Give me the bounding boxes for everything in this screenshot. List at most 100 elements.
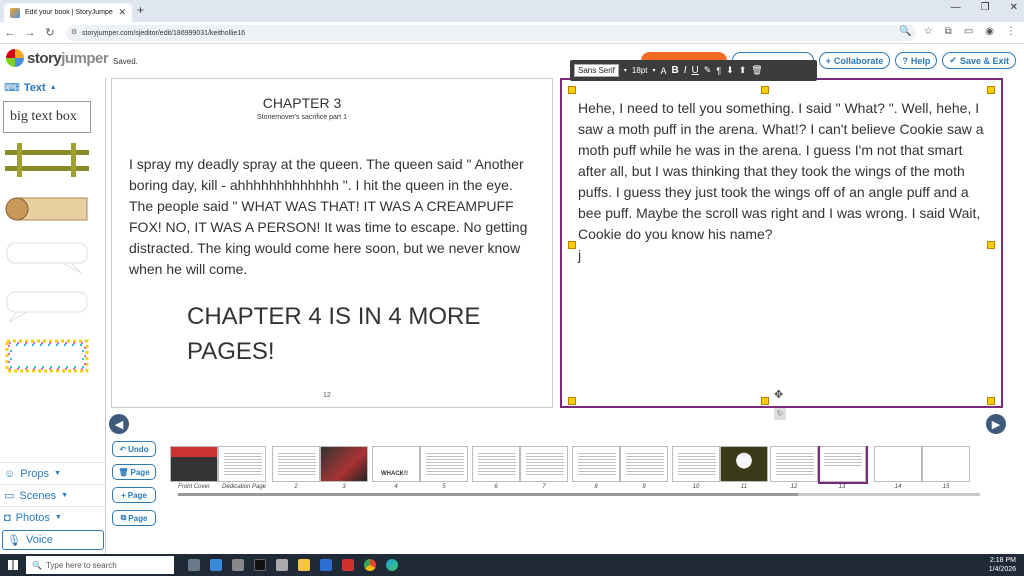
scrollbar-thumb[interactable] bbox=[178, 493, 798, 496]
start-button[interactable] bbox=[0, 560, 26, 570]
text-color-icon[interactable]: A bbox=[661, 66, 667, 76]
zoom-icon[interactable]: 🔍 bbox=[899, 26, 911, 37]
page-thumb-3[interactable] bbox=[320, 446, 368, 482]
new-tab-button[interactable]: + bbox=[137, 3, 144, 17]
mail-icon[interactable] bbox=[320, 559, 332, 571]
windows-taskbar: 🔍 Type here to search 2:18 PM 1/4/2026 bbox=[0, 554, 1024, 576]
resize-handle-tl[interactable] bbox=[568, 86, 576, 94]
right-page-selected-text-box[interactable]: Hehe, I need to tell you something. I sa… bbox=[560, 78, 1003, 408]
resize-handle-tr[interactable] bbox=[987, 86, 995, 94]
text-section-header[interactable]: ⌨ Text ▲ bbox=[0, 78, 105, 97]
store-icon[interactable] bbox=[210, 559, 222, 571]
left-page-text-box[interactable]: I spray my deadly spray at the queen. Th… bbox=[129, 154, 537, 280]
star-border-tile[interactable] bbox=[3, 337, 91, 375]
page-thumb-6[interactable] bbox=[472, 446, 520, 482]
sidebar-icon[interactable]: ▭ bbox=[964, 26, 973, 37]
bamboo-frame-tile[interactable] bbox=[3, 141, 91, 179]
resize-handle-bm[interactable] bbox=[761, 397, 769, 405]
profile-icon[interactable]: ◉ bbox=[985, 26, 994, 37]
resize-handle-bl[interactable] bbox=[568, 397, 576, 405]
close-window-icon[interactable]: ✕ bbox=[1010, 2, 1018, 13]
delete-page-button[interactable]: 🗑 Page bbox=[112, 464, 156, 480]
left-page[interactable]: CHAPTER 3 Stonemover's sacrifice part 1 … bbox=[111, 78, 553, 408]
page-thumb-7[interactable] bbox=[520, 446, 568, 482]
calculator-icon[interactable] bbox=[232, 559, 244, 571]
maximize-icon[interactable]: ❐ bbox=[981, 2, 990, 13]
italic-icon[interactable]: I bbox=[684, 65, 687, 76]
next-page-arrow-icon[interactable]: ▶ bbox=[986, 414, 1006, 434]
bookmark-star-icon[interactable]: ☆ bbox=[924, 26, 933, 37]
size-caret-icon[interactable]: ▾ bbox=[653, 67, 656, 74]
page-thumb-15[interactable] bbox=[922, 446, 970, 482]
add-page-button[interactable]: + Page bbox=[112, 487, 156, 503]
resize-handle-ml[interactable] bbox=[568, 241, 576, 249]
underline-icon[interactable]: U bbox=[692, 65, 699, 76]
save-exit-button[interactable]: ✔ Save & Exit bbox=[942, 52, 1016, 69]
back-icon[interactable]: ← bbox=[0, 27, 20, 39]
settings-icon[interactable] bbox=[276, 559, 288, 571]
resize-handle-tm[interactable] bbox=[761, 86, 769, 94]
minimize-icon[interactable]: — bbox=[951, 2, 961, 13]
clock-time[interactable]: 2:18 PM bbox=[989, 556, 1016, 565]
menu-icon[interactable]: ⋮ bbox=[1006, 26, 1016, 37]
chapter-notice[interactable]: CHAPTER 4 IS IN 4 MORE PAGES! bbox=[187, 299, 527, 369]
big-text-box-tile[interactable]: big text box bbox=[3, 101, 91, 133]
undo-button[interactable]: ↶ Undo bbox=[112, 441, 156, 457]
highlight-icon[interactable]: ✎ bbox=[704, 65, 712, 76]
page-thumb-9[interactable] bbox=[620, 446, 668, 482]
photos-tab[interactable]: ◘ Photos ▼ bbox=[0, 506, 106, 528]
right-page-text-box[interactable]: Hehe, I need to tell you something. I sa… bbox=[578, 98, 988, 266]
page-thumb-12[interactable] bbox=[770, 446, 818, 482]
paragraph-icon[interactable]: ¶ bbox=[716, 66, 721, 76]
storyjumper-logo[interactable]: storyjumper bbox=[6, 49, 109, 67]
chrome-icon[interactable] bbox=[364, 559, 376, 571]
clock-date[interactable]: 1/4/2026 bbox=[989, 565, 1016, 574]
props-tab[interactable]: ☺ Props ▼ bbox=[0, 462, 106, 484]
page-thumb-dedication[interactable] bbox=[218, 446, 266, 482]
font-caret-icon[interactable]: ▾ bbox=[624, 67, 627, 74]
scroll-tile[interactable] bbox=[3, 190, 91, 228]
font-family-select[interactable]: Sans Serif bbox=[574, 64, 619, 77]
previous-page-arrow-icon[interactable]: ◀ bbox=[109, 414, 129, 434]
copy-page-button[interactable]: ⧉ Page bbox=[112, 510, 156, 526]
file-explorer-icon[interactable] bbox=[298, 559, 310, 571]
site-info-icon[interactable]: ⚙ bbox=[71, 28, 77, 36]
speech-bubble-tile[interactable] bbox=[3, 239, 91, 277]
voice-tab[interactable]: 🎙 Voice bbox=[2, 530, 104, 550]
thought-bubble-tile[interactable] bbox=[3, 288, 91, 326]
move-up-icon[interactable]: ⬆ bbox=[739, 65, 747, 76]
collaborate-button[interactable]: + Collaborate bbox=[818, 52, 891, 69]
task-view-icon[interactable] bbox=[188, 559, 200, 571]
rotate-handle-icon[interactable]: ↻ bbox=[774, 408, 786, 420]
url-field[interactable]: ⚙ storyjumper.com/sjeditor/edit/18699903… bbox=[66, 25, 916, 41]
forward-icon[interactable]: → bbox=[20, 27, 40, 39]
move-handle-icon[interactable]: ✥ bbox=[774, 388, 783, 401]
edge-icon[interactable] bbox=[386, 559, 398, 571]
scenes-tab[interactable]: ▭ Scenes ▼ bbox=[0, 484, 106, 506]
acrobat-icon[interactable] bbox=[342, 559, 354, 571]
resize-handle-br[interactable] bbox=[987, 397, 995, 405]
page-thumb-10[interactable] bbox=[672, 446, 720, 482]
extensions-icon[interactable]: ⧉ bbox=[945, 26, 952, 37]
bold-icon[interactable]: B bbox=[672, 65, 679, 76]
help-button[interactable]: ? Help bbox=[895, 52, 938, 69]
page-thumb-5[interactable] bbox=[420, 446, 468, 482]
page-thumb-2[interactable] bbox=[272, 446, 320, 482]
filmstrip-scrollbar[interactable] bbox=[178, 493, 980, 496]
page-thumb-8[interactable] bbox=[572, 446, 620, 482]
page-thumb-14[interactable] bbox=[874, 446, 922, 482]
font-size-select[interactable]: 18pt bbox=[632, 66, 648, 75]
move-down-icon[interactable]: ⬇ bbox=[726, 65, 734, 76]
terminal-icon[interactable] bbox=[254, 559, 266, 571]
page-thumb-front-cover[interactable] bbox=[170, 446, 218, 482]
browser-tab[interactable]: Edit your book | StoryJumper ✕ bbox=[4, 3, 132, 22]
page-thumb-4[interactable]: WHACK!! bbox=[372, 446, 420, 482]
delete-icon[interactable]: 🗑 bbox=[751, 65, 762, 76]
reload-icon[interactable]: ↻ bbox=[40, 26, 60, 39]
page-thumb-11[interactable] bbox=[720, 446, 768, 482]
close-tab-icon[interactable]: ✕ bbox=[118, 7, 126, 18]
left-bottom-nav: ☺ Props ▼ ▭ Scenes ▼ ◘ Photos ▼ 🎙 Voice bbox=[0, 462, 106, 552]
taskbar-apps bbox=[188, 559, 398, 571]
resize-handle-mr[interactable] bbox=[987, 241, 995, 249]
taskbar-search[interactable]: 🔍 Type here to search bbox=[26, 556, 174, 574]
